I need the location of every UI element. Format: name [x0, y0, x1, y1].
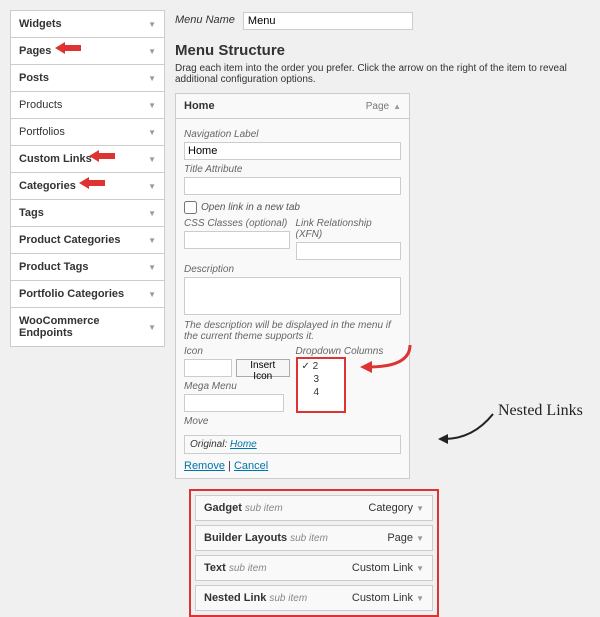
chevron-down-icon: ▼: [148, 47, 156, 56]
mega-menu-lbl: Mega Menu: [184, 381, 290, 392]
menu-item-header[interactable]: Home Page ▲: [176, 94, 409, 118]
insert-icon-button[interactable]: Insert Icon: [236, 359, 290, 377]
accordion-sidebar: Widgets▼ Pages▼ Posts▼ Products▼ Portfol…: [10, 10, 165, 347]
sidebar-item-product-tags[interactable]: Product Tags▼: [10, 253, 165, 280]
xfn-input[interactable]: [296, 242, 402, 260]
sidebar-item-products[interactable]: Products▼: [10, 91, 165, 118]
chevron-down-icon: ▼: [148, 101, 156, 110]
sidebar-item-pages[interactable]: Pages▼: [10, 37, 165, 64]
nested-item-text[interactable]: Textsub item Custom Link ▼: [195, 555, 433, 581]
structure-title: Menu Structure: [175, 42, 593, 59]
chevron-down-icon: ▼: [148, 263, 156, 272]
sidebar-item-custom-links[interactable]: Custom Links▼: [10, 145, 165, 172]
description-input[interactable]: [184, 277, 401, 315]
open-new-tab-label: Open link in a new tab: [201, 202, 300, 213]
original-link[interactable]: Home: [230, 439, 257, 450]
chevron-up-icon: ▲: [393, 102, 401, 111]
sidebar-item-tags[interactable]: Tags▼: [10, 199, 165, 226]
menu-item-title: Home: [184, 100, 215, 112]
nav-label-lbl: Navigation Label: [184, 129, 401, 140]
open-new-tab-checkbox[interactable]: [184, 201, 197, 214]
icon-lbl: Icon: [184, 346, 290, 357]
chevron-down-icon: ▼: [148, 74, 156, 83]
title-attr-lbl: Title Attribute: [184, 164, 401, 175]
css-classes-lbl: CSS Classes (optional): [184, 218, 290, 229]
chevron-down-icon: ▼: [148, 128, 156, 137]
menu-item-body: Navigation Label Title Attribute Open li…: [176, 118, 409, 478]
chevron-down-icon: ▼: [148, 290, 156, 299]
description-hint: The description will be displayed in the…: [184, 320, 401, 342]
sidebar-item-widgets[interactable]: Widgets▼: [10, 10, 165, 37]
title-attr-input[interactable]: [184, 177, 401, 195]
css-classes-input[interactable]: [184, 231, 290, 249]
dropdown-columns-select[interactable]: ✓ 2 3 4: [296, 357, 346, 413]
chevron-down-icon: ▼: [148, 182, 156, 191]
menu-item-home: Home Page ▲ Navigation Label Title Attrib…: [175, 93, 410, 479]
chevron-down-icon: ▼: [148, 323, 156, 332]
chevron-down-icon: ▼: [148, 20, 156, 29]
structure-hint: Drag each item into the order you prefer…: [175, 63, 593, 85]
sidebar-item-categories[interactable]: Categories▼: [10, 172, 165, 199]
original-link-box: Original: Home: [184, 435, 401, 454]
sidebar-item-product-categories[interactable]: Product Categories▼: [10, 226, 165, 253]
nested-item-builder-layouts[interactable]: Builder Layoutssub item Page ▼: [195, 525, 433, 551]
callout-arrow-dropdown-icon: [360, 345, 415, 375]
cancel-link[interactable]: Cancel: [234, 460, 268, 472]
main-panel: Menu Name Menu Structure Drag each item …: [175, 10, 593, 617]
menu-name-label: Menu Name: [175, 14, 235, 26]
chevron-down-icon: ▼: [416, 504, 424, 513]
nav-label-input[interactable]: [184, 142, 401, 160]
nested-item-nested-link[interactable]: Nested Linksub item Custom Link ▼: [195, 585, 433, 611]
callout-arrow-icon: [55, 42, 81, 54]
chevron-down-icon: ▼: [416, 534, 424, 543]
icon-input[interactable]: [184, 359, 232, 377]
callout-arrow-icon: [89, 150, 115, 162]
sidebar-item-woocommerce-endpoints[interactable]: WooCommerce Endpoints▼: [10, 307, 165, 347]
callout-arrow-icon: [79, 177, 105, 189]
remove-link[interactable]: Remove: [184, 460, 225, 472]
callout-arrow-nested-icon: [438, 414, 498, 444]
mega-menu-select[interactable]: [184, 394, 284, 412]
menu-name-input[interactable]: [243, 12, 413, 30]
chevron-down-icon: ▼: [416, 564, 424, 573]
chevron-down-icon: ▼: [148, 236, 156, 245]
chevron-down-icon: ▼: [416, 594, 424, 603]
nested-items-box: Gadgetsub item Category ▼ Builder Layout…: [189, 489, 439, 617]
xfn-lbl: Link Relationship (XFN): [296, 218, 402, 240]
nested-links-callout-label: Nested Links: [498, 402, 583, 420]
move-lbl: Move: [184, 416, 290, 427]
sidebar-item-portfolios[interactable]: Portfolios▼: [10, 118, 165, 145]
menu-item-type: Page: [366, 101, 389, 112]
nested-item-gadget[interactable]: Gadgetsub item Category ▼: [195, 495, 433, 521]
chevron-down-icon: ▼: [148, 155, 156, 164]
chevron-down-icon: ▼: [148, 209, 156, 218]
sidebar-item-portfolio-categories[interactable]: Portfolio Categories▼: [10, 280, 165, 307]
sidebar-item-posts[interactable]: Posts▼: [10, 64, 165, 91]
description-lbl: Description: [184, 264, 401, 275]
menu-name-row: Menu Name: [175, 10, 593, 30]
